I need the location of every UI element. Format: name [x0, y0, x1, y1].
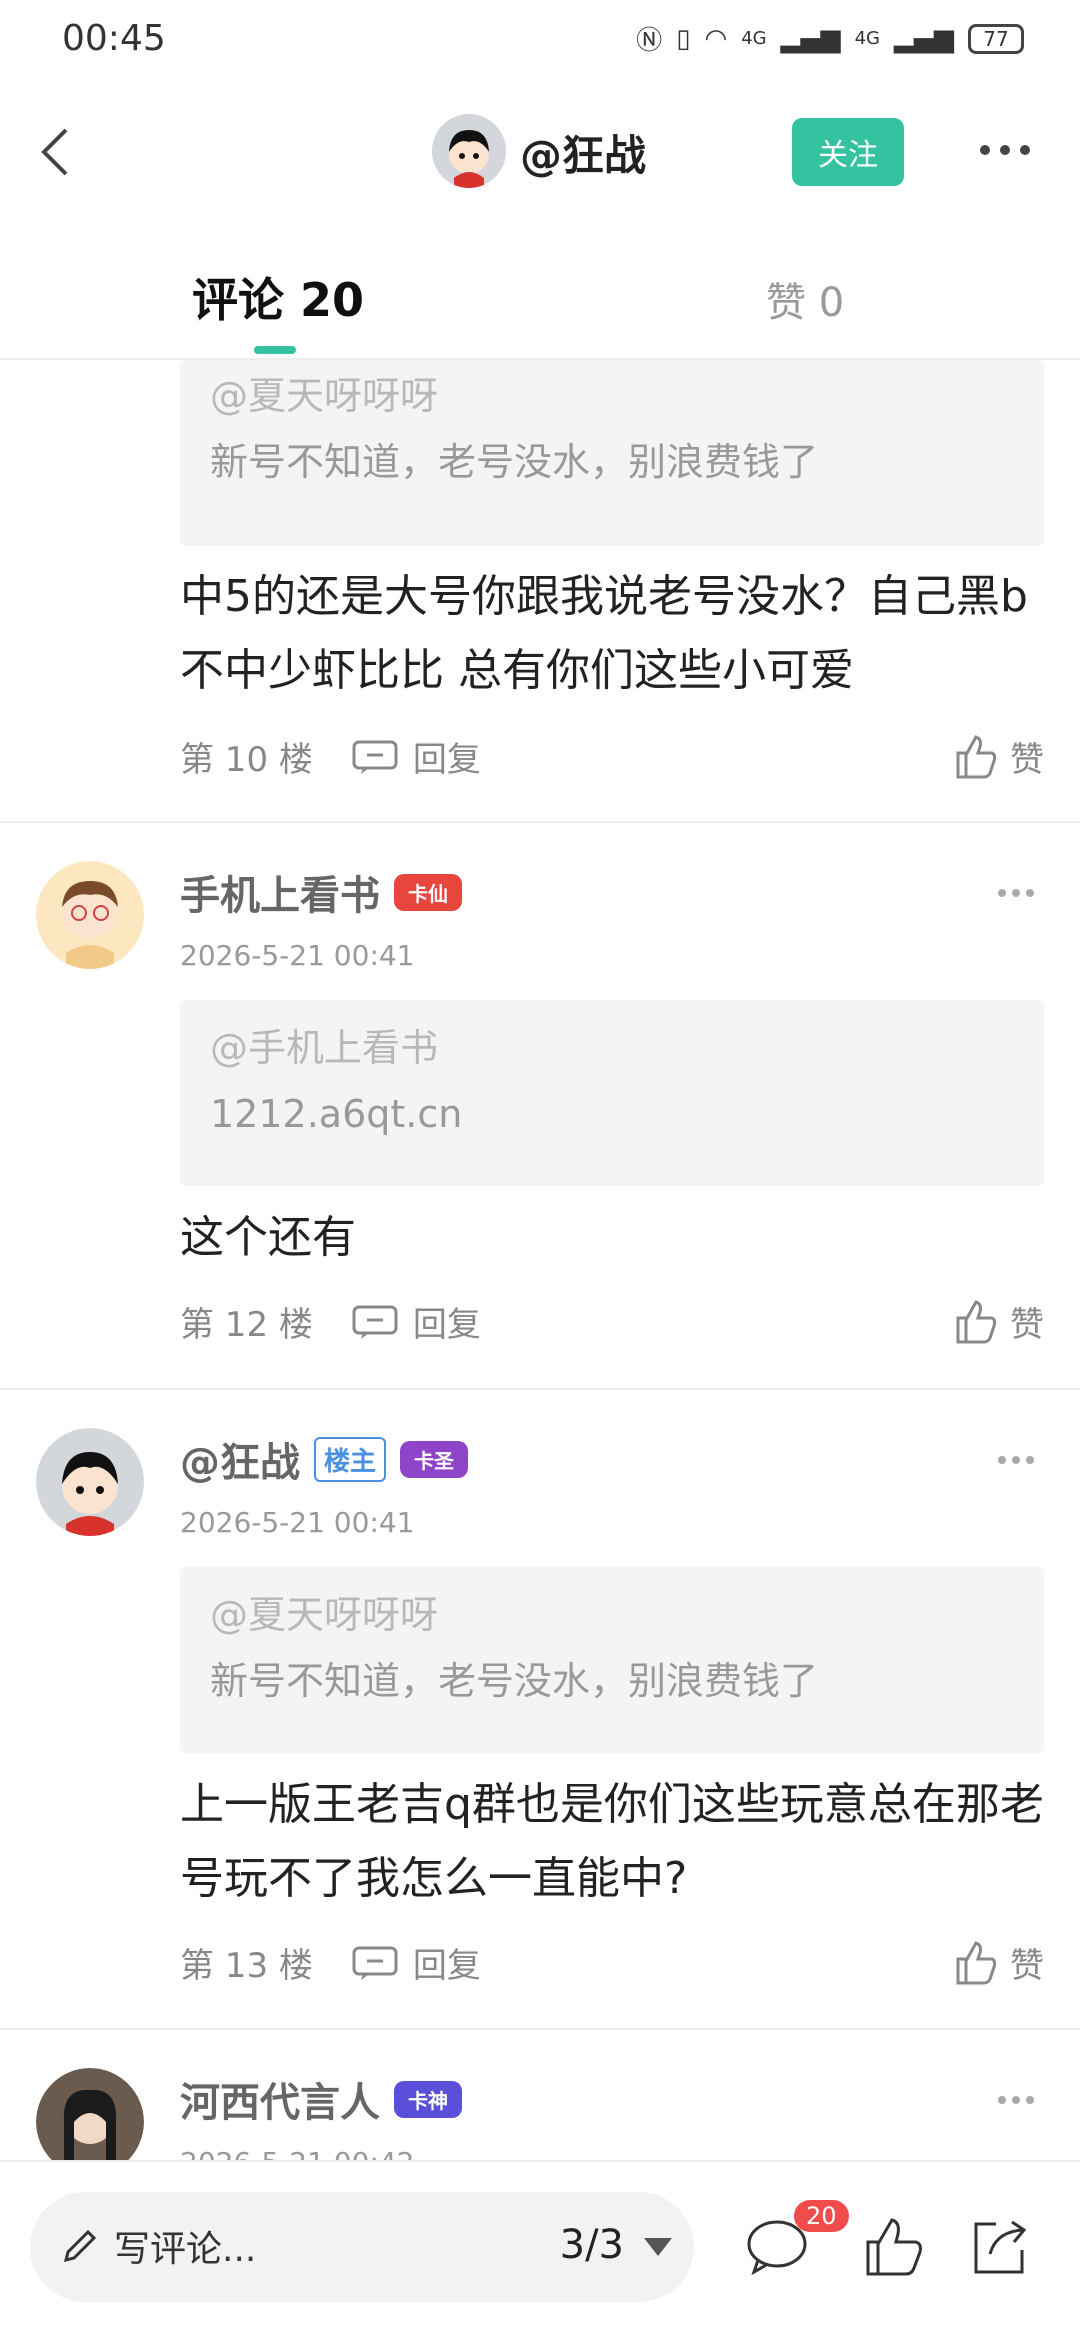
vibrate-icon: ▯	[676, 23, 691, 54]
nfc-icon: Ⓝ	[636, 26, 663, 56]
username-row: 手机上看书 卡仙	[180, 863, 462, 921]
thumbs-up-icon[interactable]	[860, 2214, 926, 2280]
reply-icon	[352, 1946, 398, 1980]
quoted-text: 1212.a6qt.cn	[210, 1092, 463, 1136]
more-icon[interactable]	[996, 2092, 1036, 2106]
wifi-icon: ◠	[704, 23, 728, 54]
quoted-user[interactable]: @手机上看书	[210, 1020, 1014, 1076]
quoted-text: 新号不知道，老号没水，别浪费钱了	[210, 440, 819, 484]
quoted-comment: @夏天呀呀呀 新号不知道，老号没水，别浪费钱了	[180, 1567, 1044, 1753]
like-label: 赞	[1010, 1305, 1044, 1345]
avatar[interactable]	[36, 1428, 144, 1536]
username-row: 河西代言人 卡神	[180, 2070, 462, 2128]
comment-meta: 第 12 楼 回复 赞	[180, 1297, 1044, 1346]
status-bar: 00:45 Ⓝ ▯ ◠ 4G ▂▄▆ 4G ▂▄▆ 77	[0, 0, 1080, 84]
floor-label: 第 10 楼	[180, 740, 313, 780]
comment-meta: 第 13 楼 回复 赞	[180, 1938, 1044, 1987]
more-icon[interactable]	[996, 885, 1036, 899]
comment-card: @夏天呀呀呀 新号不知道，老号没水，别浪费钱了 中5的还是大号你跟我说老号没水？…	[0, 360, 1080, 823]
thumbs-up-icon	[956, 1940, 997, 1984]
comment-date: 2026-5-21 00:42	[180, 2146, 415, 2160]
username-row: @狂战 楼主 卡圣	[180, 1430, 469, 1488]
reply-button[interactable]: 回复	[351, 732, 481, 781]
comment-text: 中5的还是大号你跟我说老号没水？自己黑b不中少虾比比 总有你们这些小可爱	[180, 571, 1028, 696]
status-time: 00:45	[62, 18, 166, 59]
reply-icon	[352, 740, 398, 774]
avatar[interactable]	[36, 861, 144, 969]
quoted-user[interactable]: @夏天呀呀呀	[210, 368, 1014, 424]
chevron-down-icon[interactable]	[644, 2238, 672, 2256]
more-icon[interactable]	[975, 130, 1035, 170]
tab-likes[interactable]: 赞 0	[766, 270, 844, 328]
comment-card: 河西代言人 卡神 2026-5-21 00:42	[0, 2030, 1080, 2160]
comment-date: 2026-5-21 00:41	[180, 939, 415, 972]
like-label: 赞	[1010, 1946, 1044, 1986]
level-badge: 卡圣	[400, 1440, 469, 1478]
reply-label: 回复	[412, 1946, 481, 1986]
reply-button[interactable]: 回复	[351, 1297, 481, 1346]
reply-button[interactable]: 回复	[351, 1938, 481, 1987]
username[interactable]: @狂战	[180, 1430, 300, 1488]
share-icon[interactable]	[966, 2214, 1032, 2280]
tab-comments[interactable]: 评论 20	[192, 264, 364, 330]
like-button[interactable]: 赞	[952, 1297, 1044, 1346]
level-badge: 卡神	[394, 2080, 462, 2118]
like-label: 赞	[1010, 740, 1044, 780]
like-button[interactable]: 赞	[952, 1938, 1044, 1987]
author-avatar[interactable]	[432, 114, 506, 188]
comment-count-badge: 20	[794, 2200, 849, 2232]
bottom-bar: 写评论... 3/3 20	[0, 2160, 1080, 2342]
follow-button[interactable]: 关注	[792, 118, 904, 186]
username[interactable]: 手机上看书	[180, 863, 380, 921]
quoted-comment: @夏天呀呀呀 新号不知道，老号没水，别浪费钱了	[180, 360, 1044, 546]
page-indicator[interactable]: 3/3	[560, 2222, 624, 2268]
comment-meta: 第 10 楼 回复 赞	[180, 732, 1044, 781]
more-icon[interactable]	[996, 1452, 1036, 1466]
battery-icon: 77	[968, 23, 1024, 54]
level-badge: 卡仙	[394, 873, 462, 911]
thumbs-up-icon	[956, 734, 997, 778]
owner-badge: 楼主	[314, 1436, 387, 1482]
signal-icon-2: ▂▄▆	[894, 23, 954, 54]
comment-date: 2026-5-21 00:41	[180, 1506, 415, 1539]
quoted-text: 新号不知道，老号没水，别浪费钱了	[210, 1659, 819, 1703]
pencil-icon	[63, 2229, 97, 2263]
avatar[interactable]	[36, 2068, 144, 2160]
network-label-2: 4G	[854, 28, 880, 49]
reply-label: 回复	[412, 1305, 481, 1345]
tab-indicator	[254, 346, 296, 354]
write-comment-input[interactable]: 写评论... 3/3	[30, 2192, 694, 2302]
like-button[interactable]: 赞	[952, 732, 1044, 781]
write-comment-placeholder: 写评论...	[114, 2229, 257, 2270]
back-icon[interactable]	[28, 122, 88, 182]
comment-text: 上一版王老吉q群也是你们这些玩意总在那老号玩不了我怎么一直能中?	[180, 1779, 1044, 1904]
signal-icon: ▂▄▆	[780, 23, 841, 54]
top-bar: @狂战 关注	[0, 100, 1080, 210]
network-label-1: 4G	[741, 28, 767, 49]
comment-text: 这个还有	[180, 1212, 356, 1263]
comment-card: @狂战 楼主 卡圣 2026-5-21 00:41 @夏天呀呀呀 新号不知道，老…	[0, 1390, 1080, 2030]
comment-feed[interactable]: @夏天呀呀呀 新号不知道，老号没水，别浪费钱了 中5的还是大号你跟我说老号没水？…	[0, 360, 1080, 2160]
floor-label: 第 13 楼	[180, 1946, 313, 1986]
status-icons: Ⓝ ▯ ◠ 4G ▂▄▆ 4G ▂▄▆ 77	[636, 20, 1024, 57]
reply-label: 回复	[412, 740, 481, 780]
thumbs-up-icon	[956, 1299, 997, 1343]
reply-icon	[352, 1305, 398, 1339]
quoted-comment: @手机上看书 1212.a6qt.cn	[180, 1000, 1044, 1186]
username[interactable]: 河西代言人	[180, 2070, 380, 2128]
floor-label: 第 12 楼	[180, 1305, 313, 1345]
tab-bar: 评论 20 赞 0	[0, 250, 1080, 360]
author-name[interactable]: @狂战	[520, 122, 646, 183]
comment-card: 手机上看书 卡仙 2026-5-21 00:41 @手机上看书 1212.a6q…	[0, 823, 1080, 1390]
quoted-user[interactable]: @夏天呀呀呀	[210, 1587, 1014, 1643]
